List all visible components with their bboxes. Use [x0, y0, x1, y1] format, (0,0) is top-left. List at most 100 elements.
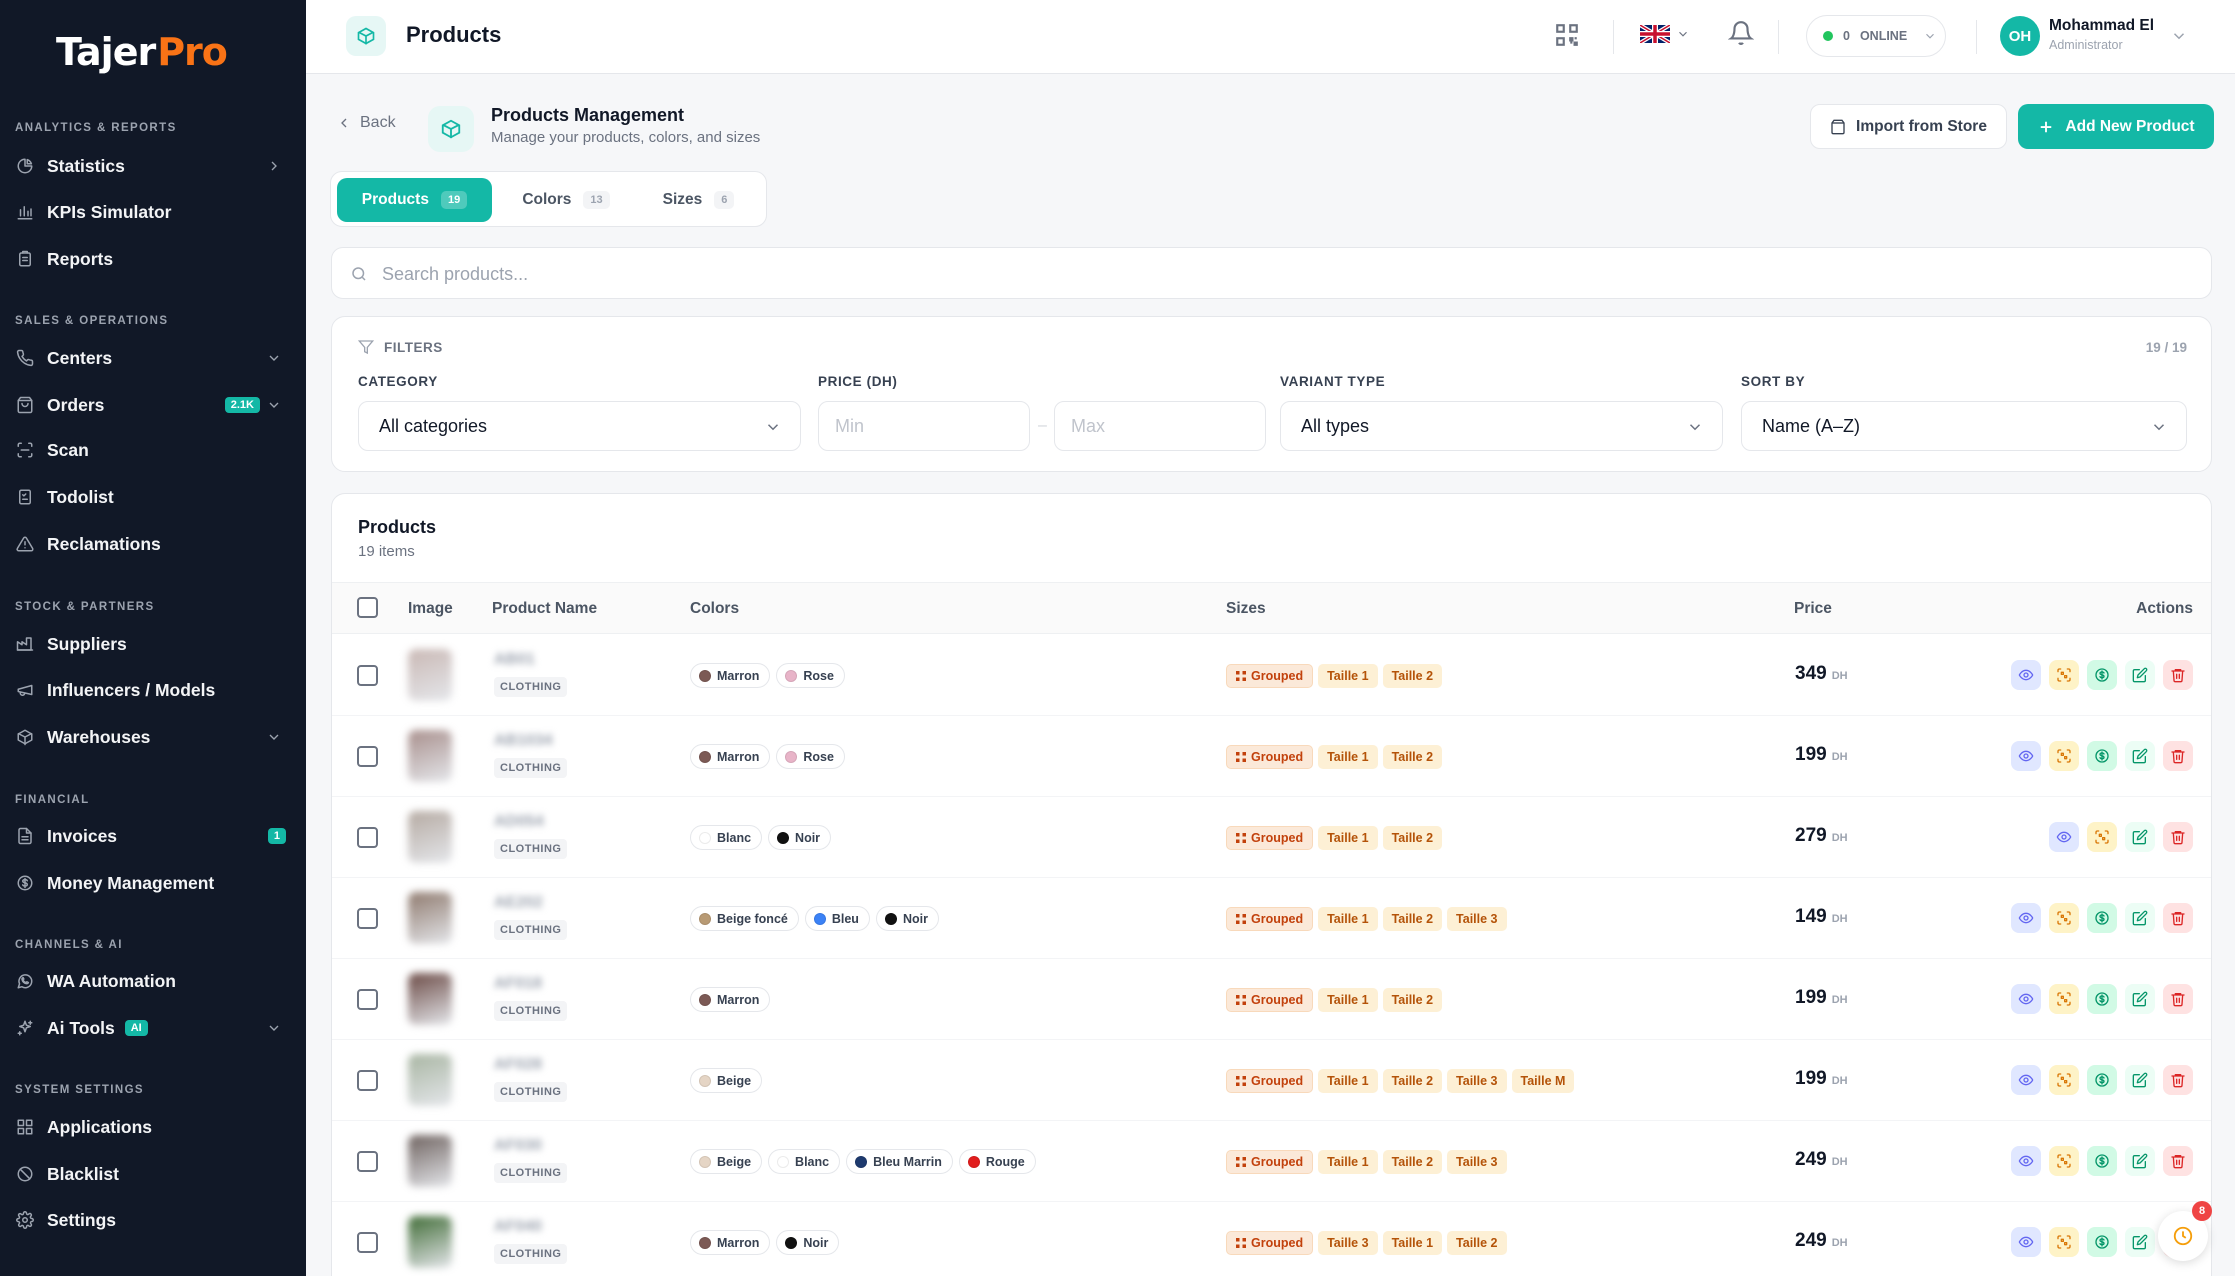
- trash-button[interactable]: [2163, 1065, 2193, 1095]
- row-checkbox[interactable]: [357, 1151, 378, 1172]
- sidebar-item-todolist[interactable]: Todolist: [0, 475, 306, 519]
- edit-button[interactable]: [2125, 741, 2155, 771]
- import-from-store-button[interactable]: Import from Store: [1810, 104, 2007, 149]
- product-thumbnail[interactable]: [408, 811, 452, 863]
- column-header-name[interactable]: Product Name: [492, 600, 597, 618]
- tab-colors[interactable]: Colors 13: [501, 178, 631, 222]
- product-name[interactable]: AF028: [494, 1056, 542, 1074]
- sidebar-item-wa-automation[interactable]: WA Automation: [0, 959, 306, 1003]
- trash-button[interactable]: [2163, 1146, 2193, 1176]
- view-button[interactable]: [2011, 741, 2041, 771]
- row-checkbox[interactable]: [357, 827, 378, 848]
- table-row[interactable]: AF040 CLOTHING Marron Noir Grouped Taille …: [332, 1202, 2211, 1276]
- product-name[interactable]: AB01: [494, 651, 535, 669]
- table-row[interactable]: AF018 CLOTHING Marron Grouped Taille 1 Tai…: [332, 959, 2211, 1040]
- tab-sizes[interactable]: Sizes 6: [636, 178, 761, 222]
- trash-button[interactable]: [2163, 822, 2193, 852]
- sidebar-item-money-management[interactable]: Money Management: [0, 861, 306, 905]
- view-button[interactable]: [2011, 984, 2041, 1014]
- product-thumbnail[interactable]: [408, 730, 452, 782]
- price-max-input[interactable]: Max: [1054, 401, 1266, 451]
- select-all-checkbox[interactable]: [357, 597, 378, 618]
- bell-icon[interactable]: [1728, 20, 1758, 50]
- product-name[interactable]: AF030: [494, 1137, 542, 1155]
- product-name[interactable]: AE202: [494, 894, 543, 912]
- edit-button[interactable]: [2125, 822, 2155, 852]
- sidebar-item-warehouses[interactable]: Warehouses: [0, 715, 306, 759]
- sidebar-item-reports[interactable]: Reports: [0, 237, 306, 281]
- row-checkbox[interactable]: [357, 989, 378, 1010]
- product-thumbnail[interactable]: [408, 649, 452, 701]
- sidebar-item-influencers-models[interactable]: Influencers / Models: [0, 668, 306, 712]
- row-checkbox[interactable]: [357, 908, 378, 929]
- scan-button[interactable]: [2049, 660, 2079, 690]
- language-selector[interactable]: [1640, 25, 1690, 43]
- column-header-colors[interactable]: Colors: [690, 600, 739, 618]
- product-name[interactable]: AB1034: [494, 732, 553, 750]
- sidebar-item-blacklist[interactable]: Blacklist: [0, 1152, 306, 1196]
- product-name[interactable]: AF040: [494, 1218, 542, 1236]
- column-header-sizes[interactable]: Sizes: [1226, 600, 1266, 618]
- chevron-down-icon[interactable]: [2170, 27, 2188, 45]
- table-row[interactable]: AD054 CLOTHING Blanc Noir Grouped Taille 1…: [332, 797, 2211, 878]
- table-row[interactable]: AF028 CLOTHING Beige Grouped Taille 1 Tail…: [332, 1040, 2211, 1121]
- row-checkbox[interactable]: [357, 1232, 378, 1253]
- view-button[interactable]: [2011, 660, 2041, 690]
- sidebar-item-applications[interactable]: Applications: [0, 1105, 306, 1149]
- product-thumbnail[interactable]: [408, 892, 452, 944]
- dollar-button[interactable]: [2087, 984, 2117, 1014]
- dollar-button[interactable]: [2087, 741, 2117, 771]
- user-name[interactable]: Mohammad El: [2049, 17, 2154, 35]
- scan-button[interactable]: [2049, 1227, 2079, 1257]
- scan-button[interactable]: [2049, 741, 2079, 771]
- product-thumbnail[interactable]: [408, 1216, 452, 1268]
- edit-button[interactable]: [2125, 1227, 2155, 1257]
- trash-button[interactable]: [2163, 903, 2193, 933]
- search-input[interactable]: [382, 258, 2182, 290]
- view-button[interactable]: [2011, 1227, 2041, 1257]
- table-row[interactable]: AF030 CLOTHING Beige Blanc Bleu Marrin Roug…: [332, 1121, 2211, 1202]
- add-product-button[interactable]: Add New Product: [2018, 104, 2214, 149]
- product-thumbnail[interactable]: [408, 973, 452, 1025]
- tab-products[interactable]: Products 19: [337, 178, 492, 222]
- sidebar-item-suppliers[interactable]: Suppliers: [0, 622, 306, 666]
- table-row[interactable]: AB1034 CLOTHING Marron Rose Grouped Taille…: [332, 716, 2211, 797]
- scan-button[interactable]: [2049, 1146, 2079, 1176]
- sidebar-item-settings[interactable]: Settings: [0, 1198, 306, 1242]
- column-header-image[interactable]: Image: [408, 600, 453, 618]
- column-header-price[interactable]: Price: [1794, 600, 1832, 618]
- edit-button[interactable]: [2125, 1146, 2155, 1176]
- view-button[interactable]: [2049, 822, 2079, 852]
- online-status-toggle[interactable]: 0 ONLINE: [1806, 15, 1946, 57]
- row-checkbox[interactable]: [357, 1070, 378, 1091]
- trash-button[interactable]: [2163, 741, 2193, 771]
- product-thumbnail[interactable]: [408, 1135, 452, 1187]
- view-button[interactable]: [2011, 1146, 2041, 1176]
- qr-code-icon[interactable]: [1554, 22, 1582, 50]
- dollar-button[interactable]: [2087, 1227, 2117, 1257]
- trash-button[interactable]: [2163, 984, 2193, 1014]
- table-row[interactable]: AB01 CLOTHING Marron Rose Grouped Taille 1…: [332, 635, 2211, 716]
- sidebar-item-ai-tools[interactable]: Ai Tools AI: [0, 1006, 306, 1050]
- sidebar-item-orders[interactable]: Orders 2.1K: [0, 383, 306, 427]
- logo[interactable]: Tajer Pro: [56, 22, 228, 82]
- sidebar-item-statistics[interactable]: Statistics: [0, 144, 306, 188]
- back-button[interactable]: Back: [336, 114, 396, 132]
- product-name[interactable]: AF018: [494, 975, 542, 993]
- edit-button[interactable]: [2125, 1065, 2155, 1095]
- trash-button[interactable]: [2163, 660, 2193, 690]
- row-checkbox[interactable]: [357, 665, 378, 686]
- product-name[interactable]: AD054: [494, 813, 544, 831]
- avatar[interactable]: OH: [2000, 16, 2040, 56]
- product-thumbnail[interactable]: [408, 1054, 452, 1106]
- dollar-button[interactable]: [2087, 1065, 2117, 1095]
- sidebar-item-centers[interactable]: Centers: [0, 336, 306, 380]
- variant-select[interactable]: All types: [1280, 401, 1723, 451]
- scan-button[interactable]: [2049, 1065, 2079, 1095]
- view-button[interactable]: [2011, 903, 2041, 933]
- price-min-input[interactable]: Min: [818, 401, 1030, 451]
- dollar-button[interactable]: [2087, 660, 2117, 690]
- row-checkbox[interactable]: [357, 746, 378, 767]
- category-select[interactable]: All categories: [358, 401, 801, 451]
- scan-button[interactable]: [2049, 903, 2079, 933]
